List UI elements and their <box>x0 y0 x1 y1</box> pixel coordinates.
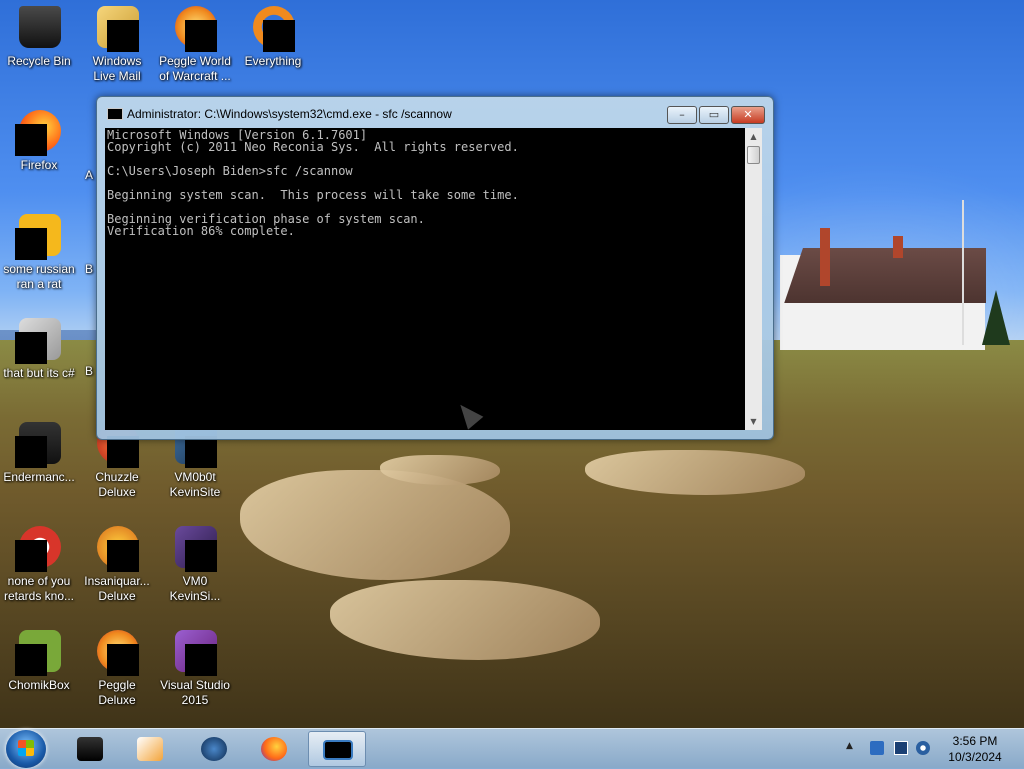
redacted-mask <box>15 228 47 260</box>
redacted-mask <box>107 436 139 468</box>
redacted-mask <box>15 644 47 676</box>
taskbar: ▲ 3:56 PM 10/3/2024 <box>0 728 1024 769</box>
clock-time: 3:56 PM <box>952 734 998 748</box>
wallpaper-chimney <box>893 236 903 258</box>
desktop-icon-label: Windows Live Mail <box>92 54 142 83</box>
desktop-icon-label: Endermanc... <box>3 470 75 484</box>
windows-logo-icon <box>18 740 34 756</box>
console-line: Copyright (c) 2011 Neo Reconia Sys. All … <box>107 140 519 154</box>
desktop-icon-label: Recycle Bin <box>7 54 71 68</box>
taskbar-item-globe[interactable] <box>186 731 240 767</box>
recycle-bin-icon <box>19 6 61 48</box>
taskbar-item-media-player[interactable] <box>122 731 176 767</box>
vertical-scrollbar[interactable]: ▲ ▼ <box>745 128 762 430</box>
desktop-icon-label: VM0b0t KevinSite <box>169 470 221 499</box>
redacted-mask <box>15 540 47 572</box>
scroll-down-arrow-icon[interactable]: ▼ <box>745 413 762 430</box>
desktop-icon-some-russian-ran-a-rat[interactable]: some russian ran a rat <box>1 212 77 308</box>
redacted-mask <box>15 332 47 364</box>
desktop-icon-label: Insaniquar... Deluxe <box>84 574 150 603</box>
redacted-mask <box>185 20 217 52</box>
wallpaper-roof <box>784 248 986 303</box>
taskbar-item-firefox[interactable] <box>246 731 300 767</box>
firefox-icon <box>261 737 287 761</box>
desktop-icon-label: Firefox <box>20 158 58 172</box>
close-button[interactable]: ✕ <box>731 106 765 124</box>
redacted-mask <box>107 540 139 572</box>
redacted-mask <box>15 124 47 156</box>
desktop-icon-none-of-you[interactable]: none of you retards kno... <box>1 524 77 620</box>
scroll-thumb[interactable] <box>747 146 760 164</box>
wallpaper-tree <box>982 290 1010 345</box>
redacted-mask <box>185 644 217 676</box>
desktop-icon-recycle-bin[interactable]: Recycle Bin <box>1 4 77 100</box>
cmd-icon <box>107 108 123 120</box>
desktop-icon-label: some russian ran a rat <box>3 262 75 291</box>
taskbar-clock[interactable]: 3:56 PM 10/3/2024 <box>940 733 1010 765</box>
desktop-icon-firefox[interactable]: Firefox <box>1 108 77 204</box>
redacted-mask <box>107 644 139 676</box>
desktop-icon-label: VM0 KevinSi... <box>169 574 221 603</box>
tray-app-icon[interactable] <box>870 741 884 755</box>
redacted-mask <box>185 540 217 572</box>
desktop-icon-peggle-deluxe[interactable]: Peggle Deluxe <box>79 628 155 724</box>
desktop-icon-windows-live-mail[interactable]: Windows Live Mail <box>79 4 155 100</box>
minimize-button[interactable]: – <box>667 106 697 124</box>
console-line: Beginning system scan. This process will… <box>107 188 519 202</box>
taskbar-item-app1[interactable] <box>62 731 116 767</box>
cmd-icon <box>323 740 353 760</box>
desktop-icon-everything[interactable]: Everything <box>235 4 311 100</box>
cmd-window[interactable]: Administrator: C:\Windows\system32\cmd.e… <box>96 96 774 440</box>
desktop-icon-label: Everything <box>244 54 302 68</box>
desktop-icon-visual-studio-2015[interactable]: Visual Studio 2015 <box>157 628 233 724</box>
start-button[interactable] <box>6 730 46 768</box>
desktop-icon-vm0-kevinsite[interactable]: VM0 KevinSi... <box>157 524 233 620</box>
desktop-icon-label: ChomikBox <box>8 678 70 692</box>
media-player-icon <box>137 737 163 761</box>
redacted-mask <box>107 20 139 52</box>
scroll-up-arrow-icon[interactable]: ▲ <box>745 128 762 145</box>
redacted-mask <box>15 436 47 468</box>
system-tray: ▲ <box>840 729 940 769</box>
maximize-button[interactable]: ▭ <box>699 106 729 124</box>
volume-icon[interactable] <box>916 741 930 755</box>
console-output[interactable]: Microsoft Windows [Version 6.1.7601] Copy… <box>105 128 745 430</box>
desktop-icon-that-but-its-csharp[interactable]: that but its c# <box>1 316 77 412</box>
window-titlebar[interactable]: Administrator: C:\Windows\system32\cmd.e… <box>97 97 773 127</box>
clock-date: 10/3/2024 <box>948 750 1002 764</box>
desktop-icon-chomikbox[interactable]: ChomikBox <box>1 628 77 724</box>
desktop-icon-label: that but its c# <box>3 366 75 380</box>
console-line: Verification 86% complete. <box>107 224 295 238</box>
console-line: C:\Users\Joseph Biden>sfc /scannow <box>107 164 353 178</box>
terminal-app-icon <box>77 737 103 761</box>
redacted-mask <box>263 20 295 52</box>
tray-chevron-icon[interactable]: ▲ <box>846 741 860 755</box>
desktop-icon-peggle-world-of-warcraft[interactable]: Peggle World of Warcraft ... <box>157 4 233 100</box>
wallpaper-flagpole <box>962 200 964 345</box>
network-icon[interactable] <box>894 741 908 755</box>
desktop-icon-label: none of you retards kno... <box>3 574 75 603</box>
window-title: Administrator: C:\Windows\system32\cmd.e… <box>127 107 452 121</box>
desktop-icon-endermanch[interactable]: Endermanc... <box>1 420 77 516</box>
desktop-icon-label: Visual Studio 2015 <box>160 678 230 707</box>
taskbar-item-cmd[interactable] <box>308 731 366 767</box>
wallpaper-chimney <box>820 228 830 286</box>
globe-icon <box>201 737 227 761</box>
desktop-icon-label: Peggle Deluxe <box>98 678 136 707</box>
desktop-icon-label: Chuzzle Deluxe <box>95 470 139 499</box>
desktop-icon-label: Peggle World of Warcraft ... <box>159 54 231 83</box>
redacted-mask <box>185 436 217 468</box>
desktop-icon-insaniquarium-deluxe[interactable]: Insaniquar... Deluxe <box>79 524 155 620</box>
